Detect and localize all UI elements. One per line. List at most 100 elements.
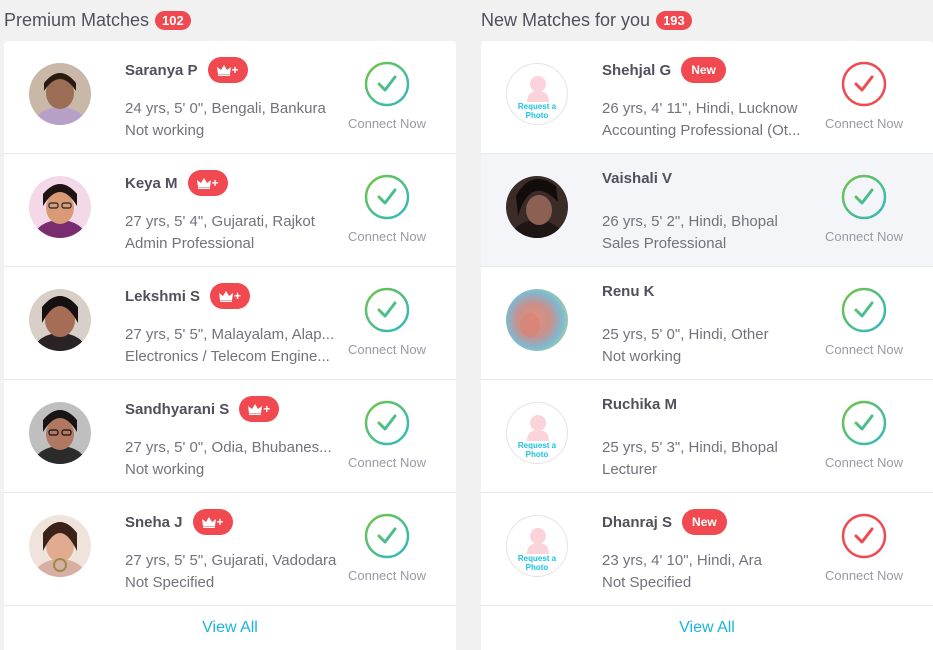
request-photo-avatar[interactable]: Request a Photo: [506, 63, 568, 125]
match-profession: Not working: [125, 461, 205, 478]
match-name[interactable]: Vaishali V: [602, 170, 672, 187]
match-name[interactable]: Ruchika M: [602, 396, 677, 413]
check-icon[interactable]: [841, 287, 887, 333]
connect-now-label: Connect Now: [347, 568, 427, 583]
match-details: 25 yrs, 5' 0", Hindi, Other: [602, 326, 769, 343]
match-row[interactable]: Saranya P + 24 yrs, 5' 0", Bengali, Bank…: [4, 41, 456, 154]
match-row[interactable]: Request a Photo Shehjal G New 26 yrs, 4'…: [481, 41, 933, 154]
match-details: 25 yrs, 5' 3", Hindi, Bhopal: [602, 439, 778, 456]
new-badge: New: [681, 57, 726, 83]
match-profession: Electronics / Telecom Engine...: [125, 348, 330, 365]
count-badge: 102: [155, 10, 191, 30]
name-line: Dhanraj S New: [602, 509, 727, 535]
crown-icon: [216, 64, 231, 76]
connect-now-button[interactable]: Connect Now: [820, 287, 908, 357]
avatar[interactable]: [29, 289, 91, 351]
connect-now-label: Connect Now: [824, 568, 904, 583]
request-photo-label: Request a Photo: [517, 102, 557, 120]
check-icon[interactable]: [841, 174, 887, 220]
premium-badge: +: [239, 396, 280, 422]
premium-badge-plus: +: [216, 515, 224, 529]
name-line: Shehjal G New: [602, 57, 726, 83]
match-row[interactable]: Renu K 25 yrs, 5' 0", Hindi, Other Not w…: [481, 267, 933, 380]
request-photo-avatar[interactable]: Request a Photo: [506, 515, 568, 577]
view-all-link[interactable]: View All: [481, 606, 933, 650]
request-photo-avatar[interactable]: Request a Photo: [506, 402, 568, 464]
match-details: 27 yrs, 5' 5", Malayalam, Alap...: [125, 326, 335, 343]
check-icon[interactable]: [841, 513, 887, 559]
new-badge: New: [682, 509, 727, 535]
check-icon[interactable]: [364, 61, 410, 107]
avatar[interactable]: [506, 176, 568, 238]
connect-now-button[interactable]: Connect Now: [343, 400, 431, 470]
match-name[interactable]: Keya M: [125, 175, 178, 192]
avatar[interactable]: [29, 176, 91, 238]
match-row[interactable]: Request a Photo Dhanraj S New 23 yrs, 4'…: [481, 493, 933, 606]
crown-icon: [248, 403, 263, 415]
premium-badge-plus: +: [211, 176, 219, 190]
premium-badge: +: [187, 170, 228, 196]
connect-now-button[interactable]: Connect Now: [343, 61, 431, 131]
match-row[interactable]: Lekshmi S + 27 yrs, 5' 5", Malayalam, Al…: [4, 267, 456, 380]
section-title: New Matches for you: [481, 9, 651, 30]
section-title: Premium Matches: [4, 9, 150, 30]
avatar[interactable]: [29, 515, 91, 577]
avatar[interactable]: [506, 289, 568, 351]
match-details: 27 yrs, 5' 0", Odia, Bhubanes...: [125, 439, 332, 456]
match-profession: Not working: [602, 348, 682, 365]
premium-badge: +: [192, 509, 233, 535]
match-name[interactable]: Lekshmi S: [125, 288, 200, 305]
match-name[interactable]: Saranya P: [125, 62, 198, 79]
crown-icon: [196, 177, 211, 189]
name-line: Lekshmi S +: [125, 283, 251, 309]
match-profession: Not Specified: [125, 574, 215, 591]
match-name[interactable]: Renu K: [602, 283, 655, 300]
check-icon[interactable]: [364, 513, 410, 559]
connect-now-button[interactable]: Connect Now: [820, 513, 908, 583]
connect-now-label: Connect Now: [824, 229, 904, 244]
new-matches-section: New Matches for you 193 Request a Photo …: [481, 0, 933, 650]
view-all-link[interactable]: View All: [4, 606, 456, 650]
check-icon[interactable]: [841, 61, 887, 107]
match-name[interactable]: Shehjal G: [602, 62, 671, 79]
connect-now-button[interactable]: Connect Now: [343, 513, 431, 583]
name-line: Keya M +: [125, 170, 228, 196]
check-icon[interactable]: [364, 400, 410, 446]
match-row[interactable]: Sneha J + 27 yrs, 5' 5", Gujarati, Vadod…: [4, 493, 456, 606]
match-details: 27 yrs, 5' 4", Gujarati, Rajkot: [125, 213, 315, 230]
connect-now-button[interactable]: Connect Now: [820, 400, 908, 470]
premium-badge-plus: +: [234, 289, 242, 303]
premium-matches-card: Saranya P + 24 yrs, 5' 0", Bengali, Bank…: [4, 41, 456, 650]
connect-now-button[interactable]: Connect Now: [343, 287, 431, 357]
connect-now-button[interactable]: Connect Now: [343, 174, 431, 244]
match-profession: Admin Professional: [125, 235, 255, 252]
avatar[interactable]: [29, 402, 91, 464]
connect-now-label: Connect Now: [347, 342, 427, 357]
check-icon[interactable]: [841, 400, 887, 446]
match-row[interactable]: Vaishali V 26 yrs, 5' 2", Hindi, Bhopal …: [481, 154, 933, 267]
connect-now-label: Connect Now: [347, 455, 427, 470]
match-details: 23 yrs, 4' 10", Hindi, Ara: [602, 552, 762, 569]
connect-now-label: Connect Now: [824, 455, 904, 470]
match-row[interactable]: Request a Photo Ruchika M 25 yrs, 5' 3",…: [481, 380, 933, 493]
connect-now-button[interactable]: Connect Now: [820, 61, 908, 131]
match-name[interactable]: Sandhyarani S: [125, 401, 229, 418]
connect-now-label: Connect Now: [347, 229, 427, 244]
match-details: 24 yrs, 5' 0", Bengali, Bankura: [125, 100, 326, 117]
connect-now-button[interactable]: Connect Now: [820, 174, 908, 244]
name-line: Sneha J +: [125, 509, 233, 535]
match-name[interactable]: Sneha J: [125, 514, 183, 531]
premium-matches-header: Premium Matches 102: [4, 0, 456, 40]
new-matches-card: Request a Photo Shehjal G New 26 yrs, 4'…: [481, 41, 933, 650]
crown-icon: [219, 290, 234, 302]
avatar[interactable]: [29, 63, 91, 125]
check-icon[interactable]: [364, 287, 410, 333]
match-row[interactable]: Keya M + 27 yrs, 5' 4", Gujarati, Rajkot…: [4, 154, 456, 267]
match-name[interactable]: Dhanraj S: [602, 514, 672, 531]
count-badge: 193: [656, 10, 692, 30]
check-icon[interactable]: [364, 174, 410, 220]
match-profession: Lecturer: [602, 461, 658, 478]
match-details: 26 yrs, 4' 11", Hindi, Lucknow: [602, 100, 798, 117]
match-row[interactable]: Sandhyarani S + 27 yrs, 5' 0", Odia, Bhu…: [4, 380, 456, 493]
name-line: Vaishali V: [602, 170, 672, 187]
